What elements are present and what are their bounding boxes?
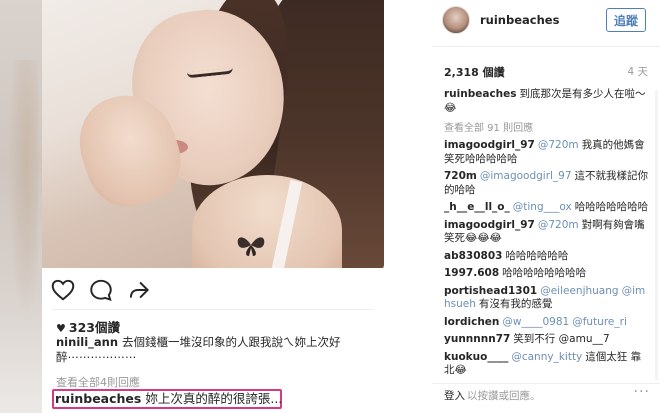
post-age: 4 天 bbox=[627, 66, 648, 78]
post-actions bbox=[42, 274, 384, 306]
list-item: 720m @imagoodgirl_97 這不就我樣記你的哈哈 bbox=[444, 170, 650, 197]
comment-text: 笑到不行 @amu__7 bbox=[513, 333, 610, 345]
post-card: ♥ 323個讚 ninili_ann 去個錢櫃一堆沒印象的人跟我說ㄟ妳上次好醉⋯⋯⋯… bbox=[42, 0, 384, 413]
comment-username[interactable]: lordichen bbox=[444, 316, 499, 328]
list-item: ab830803 哈哈哈哈哈哈 bbox=[444, 250, 650, 264]
likes-count[interactable]: ♥ 323個讚 bbox=[56, 317, 120, 336]
comment-username[interactable]: ruinbeaches bbox=[55, 391, 141, 406]
list-item: portishead1301 @eileenjhuang @imhsueh 有沒有我的… bbox=[444, 285, 650, 312]
side-likes-count[interactable]: 2,318 個讚 bbox=[444, 64, 505, 80]
footer-divider bbox=[432, 383, 660, 384]
comment-text: 妳上次真的醉的很誇張... bbox=[145, 391, 283, 406]
actions-divider bbox=[52, 309, 374, 310]
comment-username[interactable]: ninili_ann bbox=[56, 335, 118, 349]
login-hint-text: 以按讚或回應。 bbox=[467, 390, 541, 402]
share-icon[interactable] bbox=[126, 277, 152, 303]
mention-link[interactable]: @imagoodgirl_97 bbox=[480, 170, 572, 182]
mention-link[interactable]: @720m bbox=[538, 219, 579, 231]
comment: ninili_ann 去個錢櫃一堆沒印象的人跟我說ㄟ妳上次好醉⋯⋯⋯⋯⋯⋯ bbox=[56, 335, 356, 365]
side-header: ruinbeaches 追蹤 bbox=[432, 0, 660, 42]
mention-link[interactable]: @ting___ox bbox=[513, 201, 572, 213]
caption-username[interactable]: ruinbeaches bbox=[444, 88, 517, 100]
comment-text: 哈哈哈哈哈哈哈哈 bbox=[502, 267, 587, 279]
follow-button[interactable]: 追蹤 bbox=[606, 8, 646, 32]
list-item: 1997.608 哈哈哈哈哈哈哈哈 bbox=[444, 267, 650, 281]
caption: ruinbeaches 到底那次是有多少人在啦～😂 bbox=[444, 88, 650, 115]
list-item: imagoodgirl_97 @720m 我真的他媽會笑死哈哈哈哈哈 bbox=[444, 139, 650, 166]
background-blur bbox=[0, 0, 42, 413]
comment-username[interactable]: 720m bbox=[444, 170, 477, 182]
post-photo[interactable] bbox=[42, 0, 384, 268]
more-icon[interactable]: ··· bbox=[634, 384, 650, 400]
heart-icon[interactable] bbox=[50, 277, 76, 303]
comment-text: 有沒有我的感覺 bbox=[478, 298, 553, 310]
comment-username[interactable]: imagoodgirl_97 bbox=[444, 219, 535, 231]
list-item: imagoodgirl_97 @720m 對啊有夠會嘴笑死😂😂😂 bbox=[444, 219, 650, 246]
profile-username[interactable]: ruinbeaches bbox=[480, 13, 559, 27]
header-divider bbox=[432, 46, 660, 47]
small-heart-icon: ♥ bbox=[56, 322, 66, 335]
comment-username[interactable]: kuokuo____ bbox=[444, 351, 508, 363]
comment-username[interactable]: ab830803 bbox=[444, 250, 502, 262]
comment-username[interactable]: imagoodgirl_97 bbox=[444, 139, 535, 151]
login-prompt: 登入 以按讚或回應。 bbox=[444, 388, 541, 403]
mention-link[interactable]: @eileenjhuang bbox=[540, 285, 618, 297]
mention-link[interactable]: @720m bbox=[538, 139, 579, 151]
login-link[interactable]: 登入 bbox=[444, 390, 465, 402]
list-item: _h__e__ll_o_ @ting___ox 哈哈哈哈哈哈哈 bbox=[444, 201, 650, 215]
mention-link[interactable]: @w____0981 bbox=[502, 316, 569, 328]
mention-link[interactable]: @future_ri bbox=[572, 316, 627, 328]
comment-icon[interactable] bbox=[88, 277, 114, 303]
comments-list[interactable]: ruinbeaches 到底那次是有多少人在啦～😂 查看全部 91 則回應 ima… bbox=[444, 88, 650, 380]
mention-link[interactable]: @canny_kitty bbox=[511, 351, 582, 363]
highlighted-comment: ruinbeaches 妳上次真的醉的很誇張... bbox=[55, 391, 282, 407]
comment-text: 哈哈哈哈哈哈哈 bbox=[574, 201, 649, 213]
view-all-comments-link[interactable]: 查看全部 91 則回應 bbox=[444, 119, 650, 134]
list-item: lordichen @w____0981 @future_ri bbox=[444, 316, 650, 330]
comments-scrollbar[interactable] bbox=[655, 90, 658, 380]
list-item: yunnnnn77 笑到不行 @amu__7 bbox=[444, 333, 650, 347]
comment-username[interactable]: 1997.608 bbox=[444, 267, 499, 279]
comment-username[interactable]: portishead1301 bbox=[444, 285, 537, 297]
avatar[interactable] bbox=[442, 6, 470, 34]
comment-username[interactable]: yunnnnn77 bbox=[444, 333, 510, 345]
list-item: kuokuo____ @canny_kitty 這個太狂 靠北😂 bbox=[444, 351, 650, 378]
side-panel: ruinbeaches 追蹤 2,318 個讚 4 天 ruinbeaches 到… bbox=[432, 0, 660, 413]
comment-text: 哈哈哈哈哈哈 bbox=[505, 249, 569, 262]
view-all-comments-link[interactable]: 查看全部4則回應 bbox=[56, 374, 140, 390]
photo-tattoo bbox=[237, 237, 265, 256]
comment-username[interactable]: _h__e__ll_o_ bbox=[444, 201, 510, 213]
